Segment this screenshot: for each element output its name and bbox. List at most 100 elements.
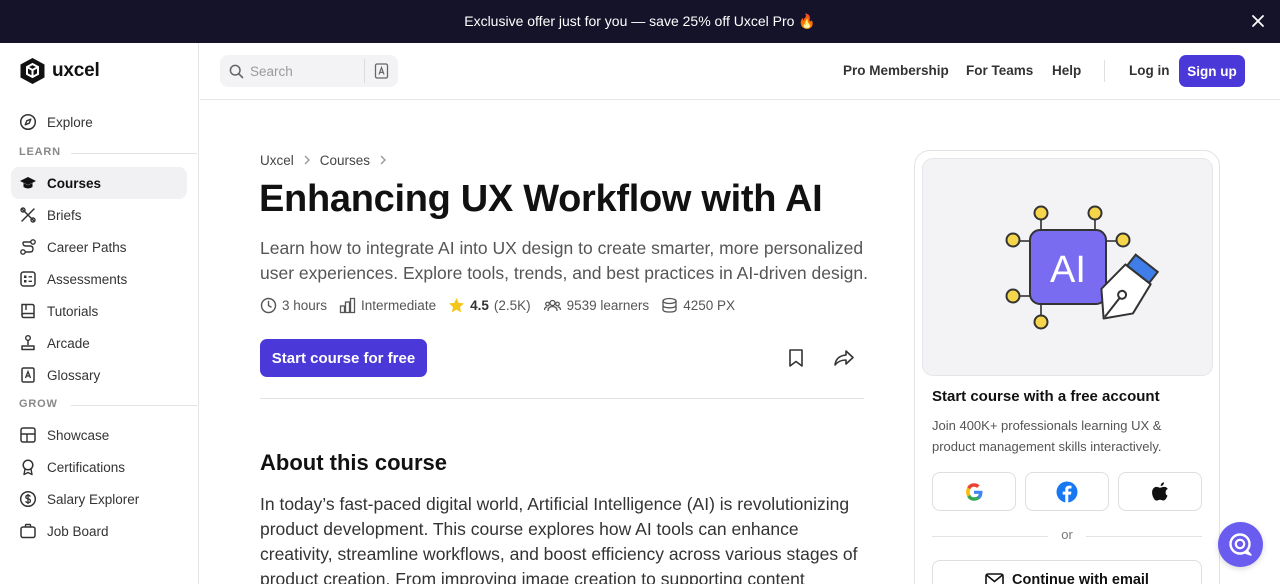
apple-signup-button[interactable] xyxy=(1118,472,1202,511)
about-heading: About this course xyxy=(260,450,448,475)
divider xyxy=(1104,60,1105,82)
google-icon xyxy=(966,482,983,501)
course-meta: 3 hours Intermediate 4.5 (2.5K) 9539 lea… xyxy=(260,297,747,314)
sidebar-item-glossary[interactable]: Glossary xyxy=(11,359,187,391)
start-course-button[interactable]: Start course for free xyxy=(260,339,427,377)
certificate-icon xyxy=(22,459,34,476)
sidebar-item-label: Arcade xyxy=(47,335,90,351)
mail-icon xyxy=(985,572,1004,584)
px-meta: 4250 PX xyxy=(661,297,735,314)
glossary-shortcut-button[interactable] xyxy=(364,59,398,83)
clock-icon xyxy=(260,297,277,314)
nav-link-for-teams[interactable]: For Teams xyxy=(966,63,1033,78)
sidebar-item-assessments[interactable]: Assessments xyxy=(11,263,187,295)
sidebar-item-label: Certifications xyxy=(47,459,126,475)
sidebar: uxcel Explore LEARN Courses Briefs Caree… xyxy=(0,43,199,584)
divider xyxy=(71,153,197,154)
learners-meta: 9539 learners xyxy=(543,297,650,314)
level-bars-icon xyxy=(339,297,356,314)
facebook-signup-button[interactable] xyxy=(1025,472,1109,511)
nav-link-help[interactable]: Help xyxy=(1052,63,1081,78)
checklist-icon xyxy=(20,271,36,287)
sidebar-item-tutorials[interactable]: Tutorials xyxy=(11,295,187,327)
sidebar-item-label: Career Paths xyxy=(47,239,127,255)
chevron-right-icon xyxy=(379,154,387,168)
divider xyxy=(71,405,197,406)
divider xyxy=(260,398,864,399)
promo-text[interactable]: Exclusive offer just for you — save 25% … xyxy=(464,13,816,30)
about-text: In today’s fast-paced digital world, Art… xyxy=(260,494,858,584)
page-title: Enhancing UX Workflow with AI xyxy=(259,178,823,220)
search-box[interactable] xyxy=(220,55,398,87)
nav-link-pro-membership[interactable]: Pro Membership xyxy=(843,63,949,78)
sidebar-item-showcase[interactable]: Showcase xyxy=(11,419,187,451)
sidebar-item-label: Job Board xyxy=(47,523,109,539)
brand-name: uxcel xyxy=(52,60,100,81)
rating-meta: 4.5 (2.5K) xyxy=(448,297,531,314)
dictionary-icon xyxy=(374,63,389,79)
star-icon xyxy=(449,298,465,313)
level-text: Intermediate xyxy=(361,298,437,313)
search-icon xyxy=(229,64,244,78)
sidebar-item-explore[interactable]: Explore xyxy=(11,106,187,138)
promo-banner: Exclusive offer just for you — save 25% … xyxy=(0,0,1280,43)
sidebar-item-label: Courses xyxy=(47,175,102,191)
section-label-text: GROW xyxy=(19,398,58,410)
sidebar-item-briefs[interactable]: Briefs xyxy=(11,199,187,231)
sidebar-item-label: Glossary xyxy=(47,367,101,383)
sidebar-item-label: Tutorials xyxy=(47,303,99,319)
graduation-cap-icon xyxy=(20,177,36,189)
sidebar-item-courses[interactable]: Courses xyxy=(11,167,187,199)
briefcase-icon xyxy=(20,523,36,539)
chat-support-button[interactable] xyxy=(1218,522,1263,567)
grid-icon xyxy=(20,427,36,443)
facebook-icon xyxy=(1056,481,1078,502)
sidebar-item-career-paths[interactable]: Career Paths xyxy=(11,231,187,263)
email-signup-button[interactable]: Continue with email xyxy=(932,560,1202,584)
chat-icon xyxy=(1228,532,1252,556)
google-signup-button[interactable] xyxy=(932,472,1016,511)
sidebar-item-arcade[interactable]: Arcade xyxy=(11,327,187,359)
email-button-label: Continue with email xyxy=(1012,572,1149,584)
breadcrumb-item-uxcel[interactable]: Uxcel xyxy=(260,153,294,168)
share-icon[interactable] xyxy=(831,345,857,371)
section-label-learn: LEARN xyxy=(19,146,197,158)
dictionary-icon xyxy=(21,367,35,383)
chevron-right-icon xyxy=(303,154,311,168)
top-header: Pro Membership For Teams Help Log in Sig… xyxy=(200,43,1280,100)
sidebar-item-label: Explore xyxy=(47,114,93,130)
signup-button[interactable]: Sign up xyxy=(1179,55,1245,87)
or-divider: or xyxy=(932,527,1202,545)
ai-chip-label: AI xyxy=(1050,249,1086,291)
bookmark-icon[interactable] xyxy=(783,345,809,371)
logo[interactable]: uxcel xyxy=(19,57,100,85)
sidebar-item-label: Assessments xyxy=(47,271,128,287)
users-icon xyxy=(543,299,561,312)
sidebar-item-job-board[interactable]: Job Board xyxy=(11,515,187,547)
sidebar-item-salary-explorer[interactable]: Salary Explorer xyxy=(11,483,187,515)
dollar-icon xyxy=(19,490,37,508)
close-icon[interactable] xyxy=(1248,11,1268,31)
sidebar-item-certifications[interactable]: Certifications xyxy=(11,451,187,483)
course-illustration: AI xyxy=(922,158,1213,376)
section-label-text: LEARN xyxy=(19,146,61,158)
sidebar-item-label: Salary Explorer xyxy=(47,491,140,507)
learners-text: 9539 learners xyxy=(566,298,650,313)
rating-count: (2.5K) xyxy=(493,298,531,313)
book-icon xyxy=(21,303,35,319)
coins-icon xyxy=(662,297,677,313)
course-subtitle: Learn how to integrate AI into UX design… xyxy=(260,238,868,283)
duration-text: 3 hours xyxy=(282,298,328,313)
breadcrumb-item-courses[interactable]: Courses xyxy=(320,153,370,168)
search-input[interactable] xyxy=(250,63,358,79)
apple-icon xyxy=(1152,481,1168,501)
login-link[interactable]: Log in xyxy=(1129,63,1170,78)
or-text: or xyxy=(1061,527,1073,542)
breadcrumb: Uxcel Courses xyxy=(260,153,387,168)
duration-meta: 3 hours xyxy=(260,297,327,314)
section-label-grow: GROW xyxy=(19,398,197,410)
sidebar-item-label: Showcase xyxy=(47,427,110,443)
ai-chip-illustration: AI xyxy=(1005,205,1160,330)
pen-tool-icon xyxy=(20,207,36,223)
level-meta: Intermediate xyxy=(339,297,436,314)
